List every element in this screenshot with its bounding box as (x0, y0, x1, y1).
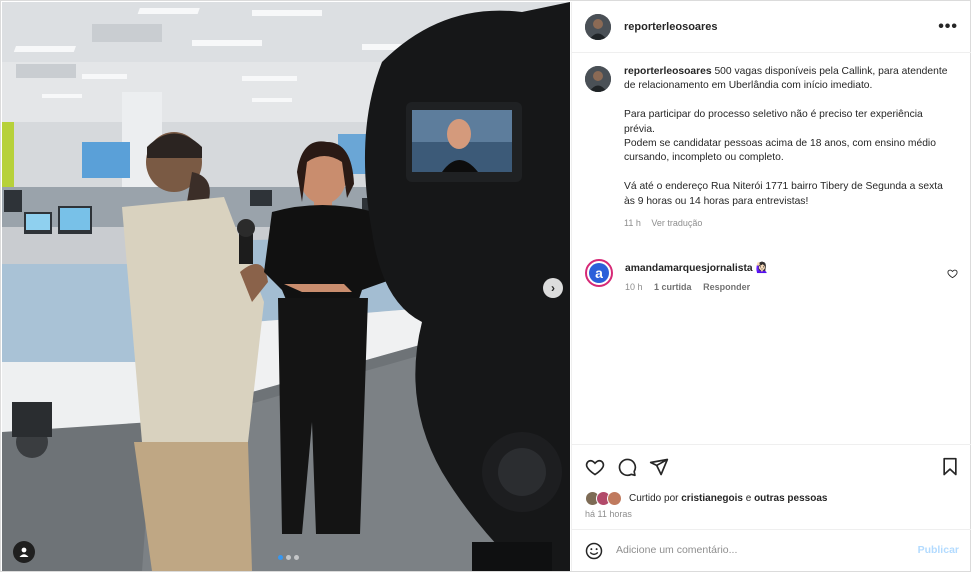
next-photo-button[interactable]: › (543, 278, 563, 298)
commenter-avatar-letter: a (589, 263, 609, 283)
likes-user-link[interactable]: cristianegois (681, 493, 743, 504)
post-actions: Curtido por cristianegois e outras pesso… (572, 444, 971, 572)
reply-link[interactable]: Responder (703, 282, 750, 292)
likes-others-link[interactable]: outras pessoas (754, 493, 827, 504)
liker-avatars (585, 491, 627, 506)
liker-avatar (607, 491, 622, 506)
caption-line: Vá até o endereço Rua Niterói 1771 bairr… (624, 181, 943, 207)
comment-text: amandamarquesjornalista 🙋🏻‍♀️ (625, 261, 768, 274)
avatar-image (585, 66, 611, 92)
author-avatar[interactable] (585, 14, 611, 40)
comment-emoji: 🙋🏻‍♀️ (755, 263, 769, 274)
post-header: reporterleosoares ••• (572, 2, 971, 53)
carousel-dot (278, 555, 283, 560)
commenter-avatar[interactable]: a (585, 259, 613, 287)
carousel-dot (294, 555, 299, 560)
heart-icon[interactable] (585, 457, 605, 477)
likes-connector: e (745, 492, 752, 504)
likes-summary: Curtido por cristianegois e outras pesso… (585, 491, 827, 506)
comment-time: 10 h (625, 282, 643, 292)
caption-line: Para participar do processo seletivo não… (624, 109, 923, 135)
carousel-dot (286, 555, 291, 560)
bookmark-icon[interactable] (941, 457, 959, 477)
more-options-icon[interactable]: ••• (938, 18, 958, 36)
likes-prefix: Curtido por (629, 492, 679, 504)
caption-text: reporterleosoares 500 vagas disponíveis … (624, 65, 954, 231)
caption-username[interactable]: reporterleosoares (624, 66, 712, 77)
author-username[interactable]: reporterleosoares (624, 21, 718, 33)
share-icon[interactable] (649, 457, 669, 477)
small-heart-icon[interactable] (947, 268, 958, 279)
comment-icon[interactable] (617, 457, 637, 477)
comment-item: a amandamarquesjornalista 🙋🏻‍♀️ 10 h 1 c… (585, 259, 960, 299)
comment-input[interactable]: Adicione um comentário... (616, 544, 737, 556)
photo-scene (2, 2, 570, 571)
comment-likes-link[interactable]: 1 curtida (654, 282, 692, 292)
see-translation-link[interactable]: Ver tradução (651, 218, 702, 228)
next-arrow-icon: › (551, 281, 555, 295)
emoji-icon[interactable] (585, 542, 603, 560)
post-time: há 11 horas (585, 509, 632, 519)
avatar-image (585, 14, 611, 40)
carousel-indicator (278, 555, 299, 560)
commenter-username[interactable]: amandamarquesjornalista (625, 263, 753, 274)
post-details-panel: reporterleosoares ••• reporterleosoares … (571, 2, 971, 571)
add-comment-bar: Adicione um comentário... Publicar (572, 529, 971, 573)
user-tag-button[interactable] (13, 541, 35, 563)
publish-button[interactable]: Publicar (918, 544, 959, 556)
caption-avatar[interactable] (585, 66, 611, 92)
comment-meta: 10 h 1 curtida Responder (625, 282, 759, 292)
user-tag-icon (19, 547, 29, 557)
caption-meta: 11 h Ver tradução (624, 216, 954, 230)
post-photo[interactable]: › (2, 2, 570, 571)
action-bar (585, 457, 960, 479)
caption-line: Podem se candidatar pessoas acima de 18 … (624, 138, 936, 164)
post-modal: › reporterleosoares ••• reporterleosoare… (0, 0, 971, 572)
caption-time: 11 h (624, 218, 641, 229)
